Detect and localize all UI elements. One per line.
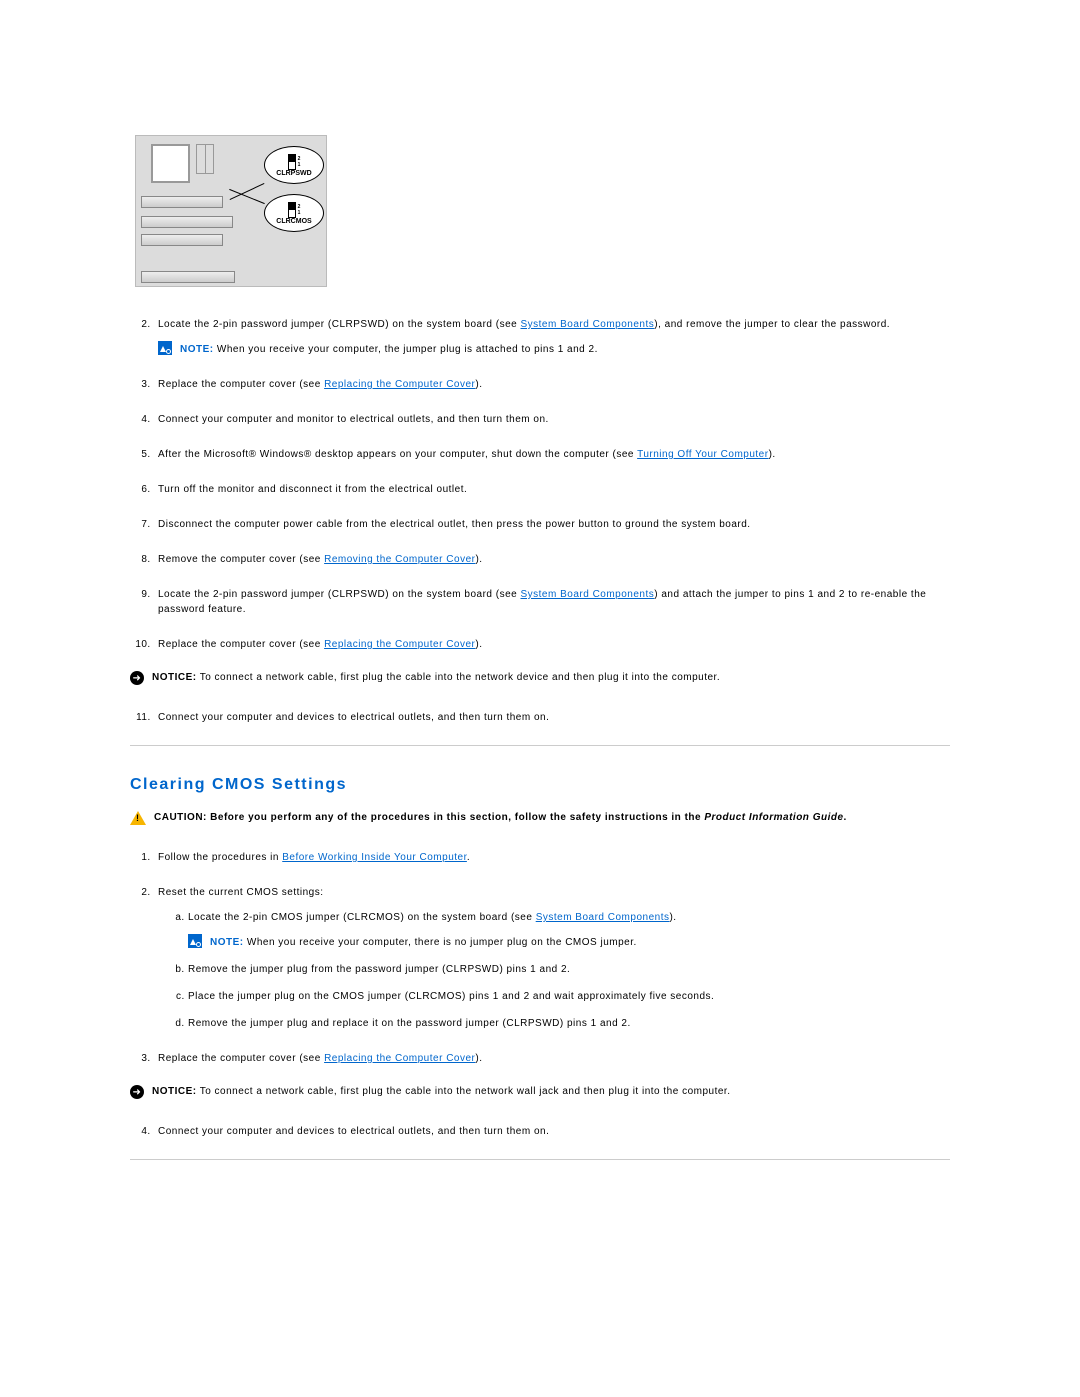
substep-c: Place the jumper plug on the CMOS jumper…	[188, 989, 950, 1004]
link-replacing-computer-cover[interactable]: Replacing the Computer Cover	[324, 379, 475, 390]
notice-label: NOTICE:	[152, 672, 197, 683]
link-system-board-components[interactable]: System Board Components	[520, 589, 654, 600]
section-separator	[130, 1159, 950, 1160]
step-text: Locate the 2-pin password jumper (CLRPSW…	[158, 319, 520, 330]
link-replacing-computer-cover[interactable]: Replacing the Computer Cover	[324, 639, 475, 650]
diagram-slot	[141, 216, 233, 228]
link-before-working-inside[interactable]: Before Working Inside Your Computer	[282, 852, 467, 863]
step-2: Reset the current CMOS settings: Locate …	[154, 885, 950, 1031]
notice-label: NOTICE:	[152, 1086, 197, 1097]
caution-text: Before you perform any of the procedures…	[210, 812, 704, 823]
step-text: Replace the computer cover (see	[158, 379, 324, 390]
note-text: When you receive your computer, the jump…	[214, 344, 598, 355]
step-text: ).	[475, 1053, 482, 1064]
heading-clearing-cmos: Clearing CMOS Settings	[130, 776, 950, 794]
diagram-connector	[196, 144, 214, 174]
link-system-board-components[interactable]: System Board Components	[536, 912, 670, 923]
step-text: ), and remove the jumper to clear the pa…	[654, 319, 890, 330]
diagram-slot	[141, 271, 235, 283]
step-11: Connect your computer and devices to ele…	[154, 710, 950, 725]
step-4: Connect your computer and monitor to ele…	[154, 412, 950, 427]
step-text: ).	[475, 554, 482, 565]
step-8: Remove the computer cover (see Removing …	[154, 552, 950, 567]
step-text: Locate the 2-pin password jumper (CLRPSW…	[158, 589, 520, 600]
step-text: Remove the computer cover (see	[158, 554, 324, 565]
diagram-chip	[151, 144, 190, 183]
substep-a: Locate the 2-pin CMOS jumper (CLRCMOS) o…	[188, 910, 950, 950]
substep-d: Remove the jumper plug and replace it on…	[188, 1016, 950, 1031]
callout-label: CLRPSWD	[276, 170, 311, 177]
note-block: NOTE: When you receive your computer, th…	[158, 342, 950, 357]
diagram-slot	[141, 234, 223, 246]
procedure-list-section2-cont: Connect your computer and devices to ele…	[130, 1124, 950, 1139]
substep-list: Locate the 2-pin CMOS jumper (CLRCMOS) o…	[158, 910, 950, 1031]
notice-block: NOTICE: To connect a network cable, firs…	[130, 1086, 950, 1100]
step-text: Replace the computer cover (see	[158, 639, 324, 650]
notice-icon	[130, 1085, 144, 1099]
caution-doc-title: Product Information Guide	[704, 812, 843, 823]
note-icon	[188, 934, 202, 948]
pin-label: 1	[298, 162, 301, 168]
note-icon	[158, 341, 172, 355]
step-text: Follow the procedures in	[158, 852, 282, 863]
pin-label: 1	[298, 210, 301, 216]
procedure-list-section2: Follow the procedures in Before Working …	[130, 850, 950, 1066]
step-text: ).	[769, 449, 776, 460]
diagram-slot	[141, 196, 223, 208]
caution-label: CAUTION:	[154, 812, 210, 823]
link-removing-computer-cover[interactable]: Removing the Computer Cover	[324, 554, 475, 565]
substep-b: Remove the jumper plug from the password…	[188, 962, 950, 977]
note-block: NOTE: When you receive your computer, th…	[188, 935, 950, 950]
link-turning-off-computer[interactable]: Turning Off Your Computer	[637, 449, 768, 460]
link-system-board-components[interactable]: System Board Components	[520, 319, 654, 330]
section-separator	[130, 745, 950, 746]
note-text: When you receive your computer, there is…	[244, 937, 637, 948]
procedure-list-section1: Locate the 2-pin password jumper (CLRPSW…	[130, 317, 950, 652]
step-text: ).	[669, 912, 676, 923]
step-text: Replace the computer cover (see	[158, 1053, 324, 1064]
step-7: Disconnect the computer power cable from…	[154, 517, 950, 532]
note-label: NOTE:	[210, 937, 244, 948]
step-text: ).	[475, 639, 482, 650]
step-1: Follow the procedures in Before Working …	[154, 850, 950, 865]
step-text: Reset the current CMOS settings:	[158, 887, 324, 898]
step-text: .	[467, 852, 470, 863]
callout-label: CLRCMOS	[276, 218, 311, 225]
notice-text: To connect a network cable, first plug t…	[197, 672, 721, 683]
notice-text: To connect a network cable, first plug t…	[197, 1086, 731, 1097]
step-text: ).	[475, 379, 482, 390]
procedure-list-section1-cont: Connect your computer and devices to ele…	[130, 710, 950, 725]
note-label: NOTE:	[180, 344, 214, 355]
caution-icon	[130, 811, 146, 825]
document-page: 21 CLRPSWD 21 CLRCMOS Locate the 2-pin p…	[0, 135, 1080, 1216]
caution-text: .	[844, 812, 847, 823]
system-board-diagram: 21 CLRPSWD 21 CLRCMOS	[135, 135, 327, 287]
step-text: After the Microsoft® Windows® desktop ap…	[158, 449, 637, 460]
step-10: Replace the computer cover (see Replacin…	[154, 637, 950, 652]
step-3: Replace the computer cover (see Replacin…	[154, 377, 950, 392]
step-6: Turn off the monitor and disconnect it f…	[154, 482, 950, 497]
step-9: Locate the 2-pin password jumper (CLRPSW…	[154, 587, 950, 617]
step-4: Connect your computer and devices to ele…	[154, 1124, 950, 1139]
diagram-callout-clrcmos: 21 CLRCMOS	[264, 194, 324, 232]
caution-block: CAUTION: Before you perform any of the p…	[130, 812, 950, 826]
step-2: Locate the 2-pin password jumper (CLRPSW…	[154, 317, 950, 357]
diagram-callout-clrpswd: 21 CLRPSWD	[264, 146, 324, 184]
step-5: After the Microsoft® Windows® desktop ap…	[154, 447, 950, 462]
step-text: Locate the 2-pin CMOS jumper (CLRCMOS) o…	[188, 912, 536, 923]
notice-block: NOTICE: To connect a network cable, firs…	[130, 672, 950, 686]
notice-icon	[130, 671, 144, 685]
step-3: Replace the computer cover (see Replacin…	[154, 1051, 950, 1066]
link-replacing-computer-cover[interactable]: Replacing the Computer Cover	[324, 1053, 475, 1064]
